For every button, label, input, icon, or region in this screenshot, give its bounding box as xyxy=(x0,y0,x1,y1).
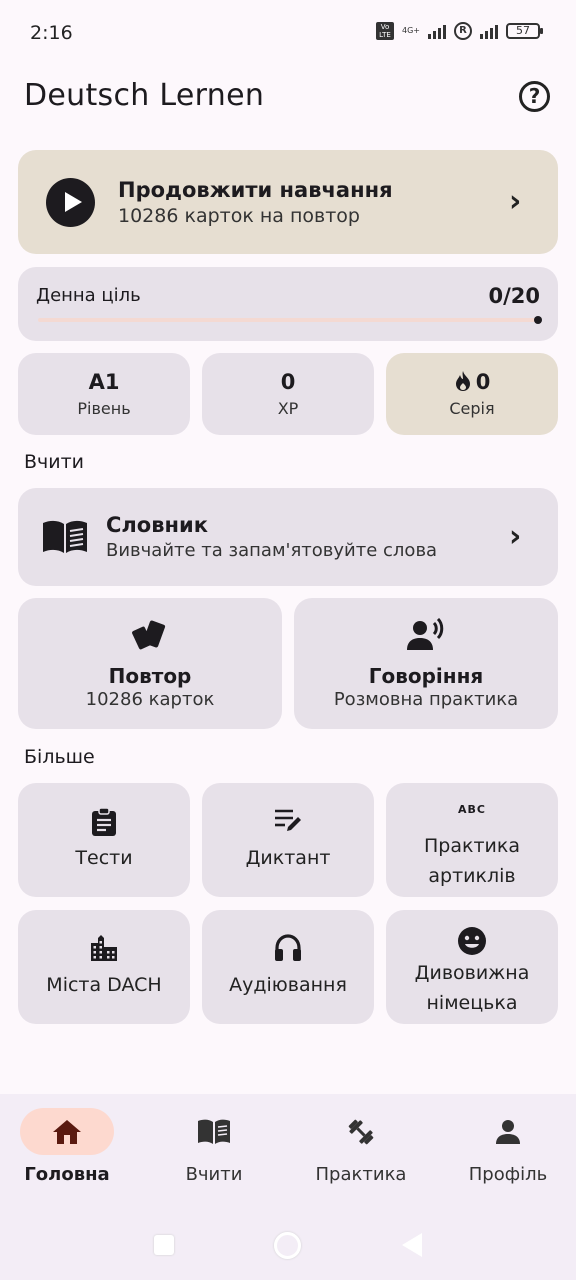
battery-icon: 57 xyxy=(506,23,543,39)
nav-profile[interactable]: Профіль xyxy=(436,1108,576,1185)
help-button[interactable]: ? xyxy=(519,81,550,112)
tests-label: Тести xyxy=(75,847,133,869)
registered-icon: R xyxy=(454,22,472,40)
daily-goal-progress-end xyxy=(534,316,542,324)
record-voice-icon xyxy=(407,618,444,650)
network-type: 4G+ xyxy=(402,26,420,35)
nav-practice[interactable]: Практика xyxy=(289,1108,433,1185)
tests-icon-wrap xyxy=(18,807,190,837)
dictionary-subtitle: Вивчайте та запам'ятовуйте слова xyxy=(106,540,438,561)
review-card[interactable]: Повтор 10286 карток xyxy=(18,598,282,729)
amazing-german-label-line1: Дивовижна xyxy=(414,962,530,984)
xp-label: XP xyxy=(277,399,299,418)
listening-label: Аудіювання xyxy=(229,974,347,996)
dictation-tile[interactable]: Диктант xyxy=(202,783,374,897)
nav-profile-label: Профіль xyxy=(468,1164,548,1185)
articles-practice-label-line1: Практика xyxy=(423,835,520,857)
back-button[interactable] xyxy=(402,1233,422,1257)
level-label: Рівень xyxy=(77,399,131,418)
dictionary-title: Словник xyxy=(106,513,208,537)
smiley-icon xyxy=(458,927,486,955)
tests-tile[interactable]: Тести xyxy=(18,783,190,897)
status-icons: Vo LTE 4G+ R 57 xyxy=(376,22,543,40)
nav-learn-pill xyxy=(167,1108,261,1155)
continue-subtitle: 10286 карток на повтор xyxy=(118,205,360,227)
amazing-german-label-line2: німецька xyxy=(426,992,518,1014)
review-subtitle: 10286 карток xyxy=(85,689,215,710)
flame-icon xyxy=(455,371,470,391)
speaking-icon-wrap xyxy=(294,618,558,652)
review-icon-wrap xyxy=(18,618,282,652)
nav-practice-pill xyxy=(314,1108,408,1155)
cards-icon xyxy=(132,620,166,650)
status-time: 2:16 xyxy=(30,22,73,44)
articles-practice-label: Практика артиклів xyxy=(386,831,558,891)
learn-section-heading: Вчити xyxy=(24,451,85,473)
abc-icon: ABC xyxy=(458,803,486,816)
city-icon xyxy=(91,935,117,961)
dumbbell-icon xyxy=(348,1119,374,1144)
daily-goal-progress-bar xyxy=(38,318,538,322)
daily-goal-label: Денна ціль xyxy=(36,285,141,306)
app-title: Deutsch Lernen xyxy=(24,78,265,113)
dictation-label: Диктант xyxy=(245,847,331,869)
play-icon xyxy=(46,178,95,227)
dach-cities-tile[interactable]: Міста DACH xyxy=(18,910,190,1024)
listening-tile[interactable]: Аудіювання xyxy=(202,910,374,1024)
listening-icon-wrap xyxy=(202,934,374,962)
signal-icon-2 xyxy=(480,23,498,39)
nav-learn[interactable]: Вчити xyxy=(142,1108,286,1185)
chevron-right-icon: › xyxy=(509,184,522,219)
signal-icon xyxy=(428,23,446,39)
articles-practice-label-line2: артиклів xyxy=(428,865,516,887)
volte-icon: Vo LTE xyxy=(376,22,394,40)
continue-title: Продовжити навчання xyxy=(118,178,393,202)
level-stat: A1 Рівень xyxy=(18,353,190,435)
amazing-german-tile[interactable]: Дивовижна німецька xyxy=(386,910,558,1024)
daily-goal-value: 0/20 xyxy=(488,284,540,308)
chevron-right-icon: › xyxy=(509,519,522,554)
amazing-icon-wrap xyxy=(386,926,558,956)
review-title: Повтор xyxy=(108,664,192,688)
speaking-card[interactable]: Говоріння Розмовна практика xyxy=(294,598,558,729)
amazing-german-label: Дивовижна німецька xyxy=(386,958,558,1018)
home-icon xyxy=(53,1119,81,1144)
edit-note-icon xyxy=(275,809,301,831)
streak-stat: 0 Серія xyxy=(386,353,558,435)
articles-practice-tile[interactable]: ABC Практика артиклів xyxy=(386,783,558,897)
clipboard-icon xyxy=(92,807,116,836)
book-icon xyxy=(43,520,87,553)
level-value: A1 xyxy=(88,370,120,394)
dach-cities-label: Міста DACH xyxy=(46,974,162,996)
streak-value-row: 0 xyxy=(386,370,558,394)
dictation-icon-wrap xyxy=(202,807,374,833)
xp-stat: 0 XP xyxy=(202,353,374,435)
nav-practice-label: Практика xyxy=(315,1164,407,1185)
recent-apps-button[interactable] xyxy=(154,1235,174,1255)
dictionary-card[interactable]: Словник Вивчайте та запам'ятовуйте слова… xyxy=(18,488,558,586)
speaking-subtitle: Розмовна практика xyxy=(333,689,519,710)
nav-home-pill xyxy=(20,1108,114,1155)
headphones-icon xyxy=(275,934,301,961)
dach-icon-wrap xyxy=(18,934,190,962)
person-icon xyxy=(496,1119,520,1144)
streak-label: Серія xyxy=(449,399,495,418)
speaking-title: Говоріння xyxy=(368,664,484,688)
xp-value: 0 xyxy=(280,370,296,394)
continue-learning-card[interactable]: Продовжити навчання 10286 карток на повт… xyxy=(18,150,558,254)
streak-value: 0 xyxy=(475,370,491,394)
book-icon xyxy=(198,1119,230,1144)
nav-home[interactable]: Головна xyxy=(0,1108,139,1185)
home-button[interactable] xyxy=(274,1232,301,1259)
nav-profile-pill xyxy=(461,1108,555,1155)
daily-goal-card: Денна ціль 0/20 xyxy=(18,267,558,341)
nav-home-label: Головна xyxy=(24,1164,110,1185)
nav-learn-label: Вчити xyxy=(185,1164,243,1185)
more-section-heading: Більше xyxy=(24,746,95,768)
status-bar: 2:16 Vo LTE 4G+ R 57 xyxy=(0,0,576,64)
